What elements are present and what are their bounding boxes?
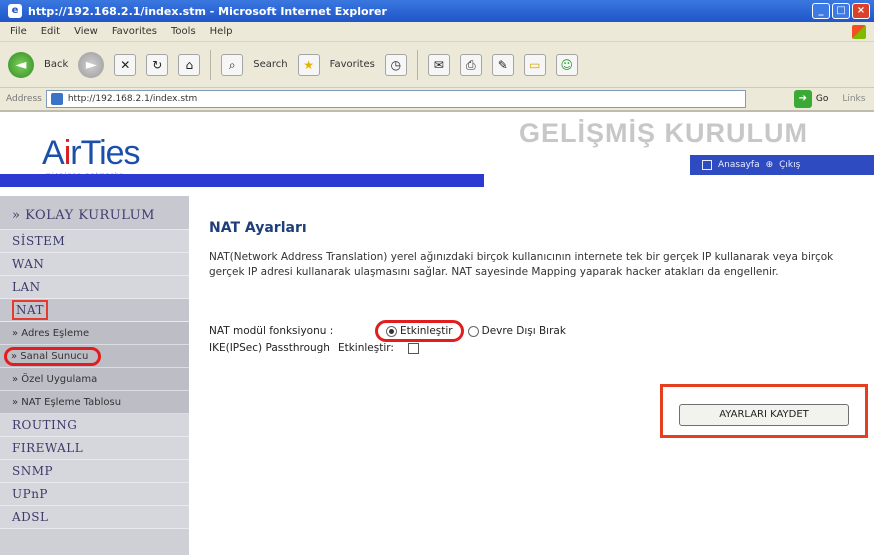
sidebar-item-kolay-kurulum[interactable]: » KOLAY KURULUM (0, 196, 189, 230)
main-content: NAT Ayarları NAT(Network Address Transla… (189, 196, 874, 555)
address-input[interactable]: http://192.168.2.1/index.stm (45, 90, 746, 108)
refresh-icon[interactable]: ↻ (146, 53, 169, 76)
browser-toolbar: ◄ Back ► ✕ ↻ ⌂ ⌕ Search ★ Favorites ◷ ✉ … (0, 42, 874, 88)
folder-icon[interactable]: ▭ (523, 53, 546, 76)
nat-description: NAT(Network Address Translation) yerel a… (209, 251, 834, 278)
address-bar: Address http://192.168.2.1/index.stm ➔ G… (0, 88, 874, 112)
header-stripe (0, 174, 484, 187)
menu-favorites[interactable]: Favorites (112, 26, 157, 37)
menu-help[interactable]: Help (210, 26, 233, 37)
menu-bar: File Edit View Favorites Tools Help (0, 22, 874, 42)
search-button-label[interactable]: Search (253, 59, 287, 70)
search-icon[interactable]: ⌕ (221, 53, 244, 76)
sidebar-item-upnp[interactable]: UPnP (0, 483, 189, 506)
window-controls: _ □ × (812, 3, 870, 19)
sidebar-item-adsl[interactable]: ADSL (0, 506, 189, 529)
window-titlebar: e http://192.168.2.1/index.stm - Microso… (0, 0, 874, 22)
disable-radio[interactable] (467, 325, 479, 337)
toolbar-divider (210, 49, 212, 80)
windows-logo-icon (852, 25, 866, 39)
mail-icon[interactable]: ✉ (427, 53, 450, 76)
logo-text: AirTies (42, 134, 141, 172)
close-button[interactable]: × (852, 3, 870, 19)
favorites-button-label[interactable]: Favorites (330, 59, 375, 70)
sidebar-item-nat-label[interactable]: NAT (12, 300, 49, 320)
logout-icon: ⊕ (765, 160, 774, 170)
sidebar-item-lan[interactable]: LAN (0, 276, 189, 299)
back-arrow-icon[interactable]: ◄ (8, 51, 34, 78)
favorites-star-icon[interactable]: ★ (297, 53, 320, 76)
nat-enable-option[interactable]: Etkinleştir (375, 320, 464, 342)
ipsec-checkbox[interactable] (407, 342, 419, 354)
nat-disable-option[interactable]: Devre Dışı Bırak (467, 325, 566, 337)
minimize-button[interactable]: _ (812, 3, 830, 19)
airties-logo: AirTies (42, 134, 141, 173)
menu-tools[interactable]: Tools (171, 26, 196, 37)
history-icon[interactable]: ◷ (384, 53, 407, 76)
ie-icon: e (8, 4, 22, 18)
sidebar-subitem-nat-esleme-tablosu[interactable]: » NAT Eşleme Tablosu (0, 391, 189, 414)
logo-accent: i (63, 134, 72, 172)
logout-link[interactable]: Çıkış (779, 160, 800, 170)
home-link[interactable]: Anasayfa (718, 160, 760, 170)
sidebar-item-firewall[interactable]: FIREWALL (0, 437, 189, 460)
user-links-bar: Anasayfa ⊕ Çıkış (690, 155, 874, 175)
sidebar-subitem-ozel-uygulama[interactable]: » Özel Uygulama (0, 368, 189, 391)
menu-view[interactable]: View (74, 26, 98, 37)
sidebar-subitem-sanal-sunucu[interactable]: » Sanal Sunucu (0, 345, 189, 368)
links-label[interactable]: Links (842, 94, 865, 104)
home-icon (702, 160, 712, 170)
sidebar-item-routing[interactable]: ROUTING (0, 414, 189, 437)
page-icon (50, 93, 63, 105)
disable-radio-label[interactable]: Devre Dışı Bırak (482, 325, 566, 337)
menu-file[interactable]: File (10, 26, 27, 37)
sidebar-item-nat[interactable]: NAT (0, 299, 189, 322)
enable-radio-label[interactable]: Etkinleştir (400, 325, 453, 337)
window-title: http://192.168.2.1/index.stm - Microsoft… (28, 4, 387, 18)
go-button[interactable]: Go (816, 94, 828, 104)
home-icon[interactable]: ⌂ (178, 53, 201, 76)
router-header: AirTies wireless networks GELİŞMİŞ KURUL… (0, 114, 874, 194)
forward-arrow-icon[interactable]: ► (78, 51, 105, 78)
sidebar-nav: » KOLAY KURULUM SİSTEM WAN LAN NAT » Adr… (0, 196, 189, 555)
sidebar-subitem-sanal-sunucu-label[interactable]: » Sanal Sunucu (4, 346, 102, 366)
save-settings-button[interactable]: AYARLARI KAYDET (679, 404, 849, 426)
nat-module-label: NAT modül fonksiyonu : (209, 325, 334, 337)
sidebar-subitem-adres-esleme[interactable]: » Adres Eşleme (0, 322, 189, 345)
ipsec-enable-label: Etkinleştir: (337, 342, 394, 354)
stop-icon[interactable]: ✕ (114, 53, 137, 76)
messenger-icon[interactable]: ☺ (555, 53, 578, 76)
menu-edit[interactable]: Edit (41, 26, 60, 37)
page-heading: GELİŞMİŞ KURULUM (519, 118, 808, 148)
go-arrow-icon[interactable]: ➔ (793, 90, 812, 108)
address-label: Address (6, 94, 42, 104)
nat-module-row: NAT modül fonksiyonu : Etkinleştir Devre… (209, 320, 566, 342)
maximize-button[interactable]: □ (832, 3, 850, 19)
back-button-label[interactable]: Back (44, 59, 68, 70)
ipsec-label: IKE(IPSec) Passthrough (209, 342, 330, 354)
ipsec-row: IKE(IPSec) Passthrough Etkinleştir: (209, 342, 419, 354)
sidebar-item-wan[interactable]: WAN (0, 253, 189, 276)
address-url[interactable]: http://192.168.2.1/index.stm (68, 94, 197, 104)
print-icon[interactable]: ⎙ (459, 53, 482, 76)
toolbar-divider (416, 49, 418, 80)
enable-radio[interactable] (386, 325, 397, 337)
edit-icon[interactable]: ✎ (491, 53, 514, 76)
sidebar-item-snmp[interactable]: SNMP (0, 460, 189, 483)
page-title: NAT Ayarları (209, 220, 307, 236)
sidebar-item-sistem[interactable]: SİSTEM (0, 230, 189, 253)
